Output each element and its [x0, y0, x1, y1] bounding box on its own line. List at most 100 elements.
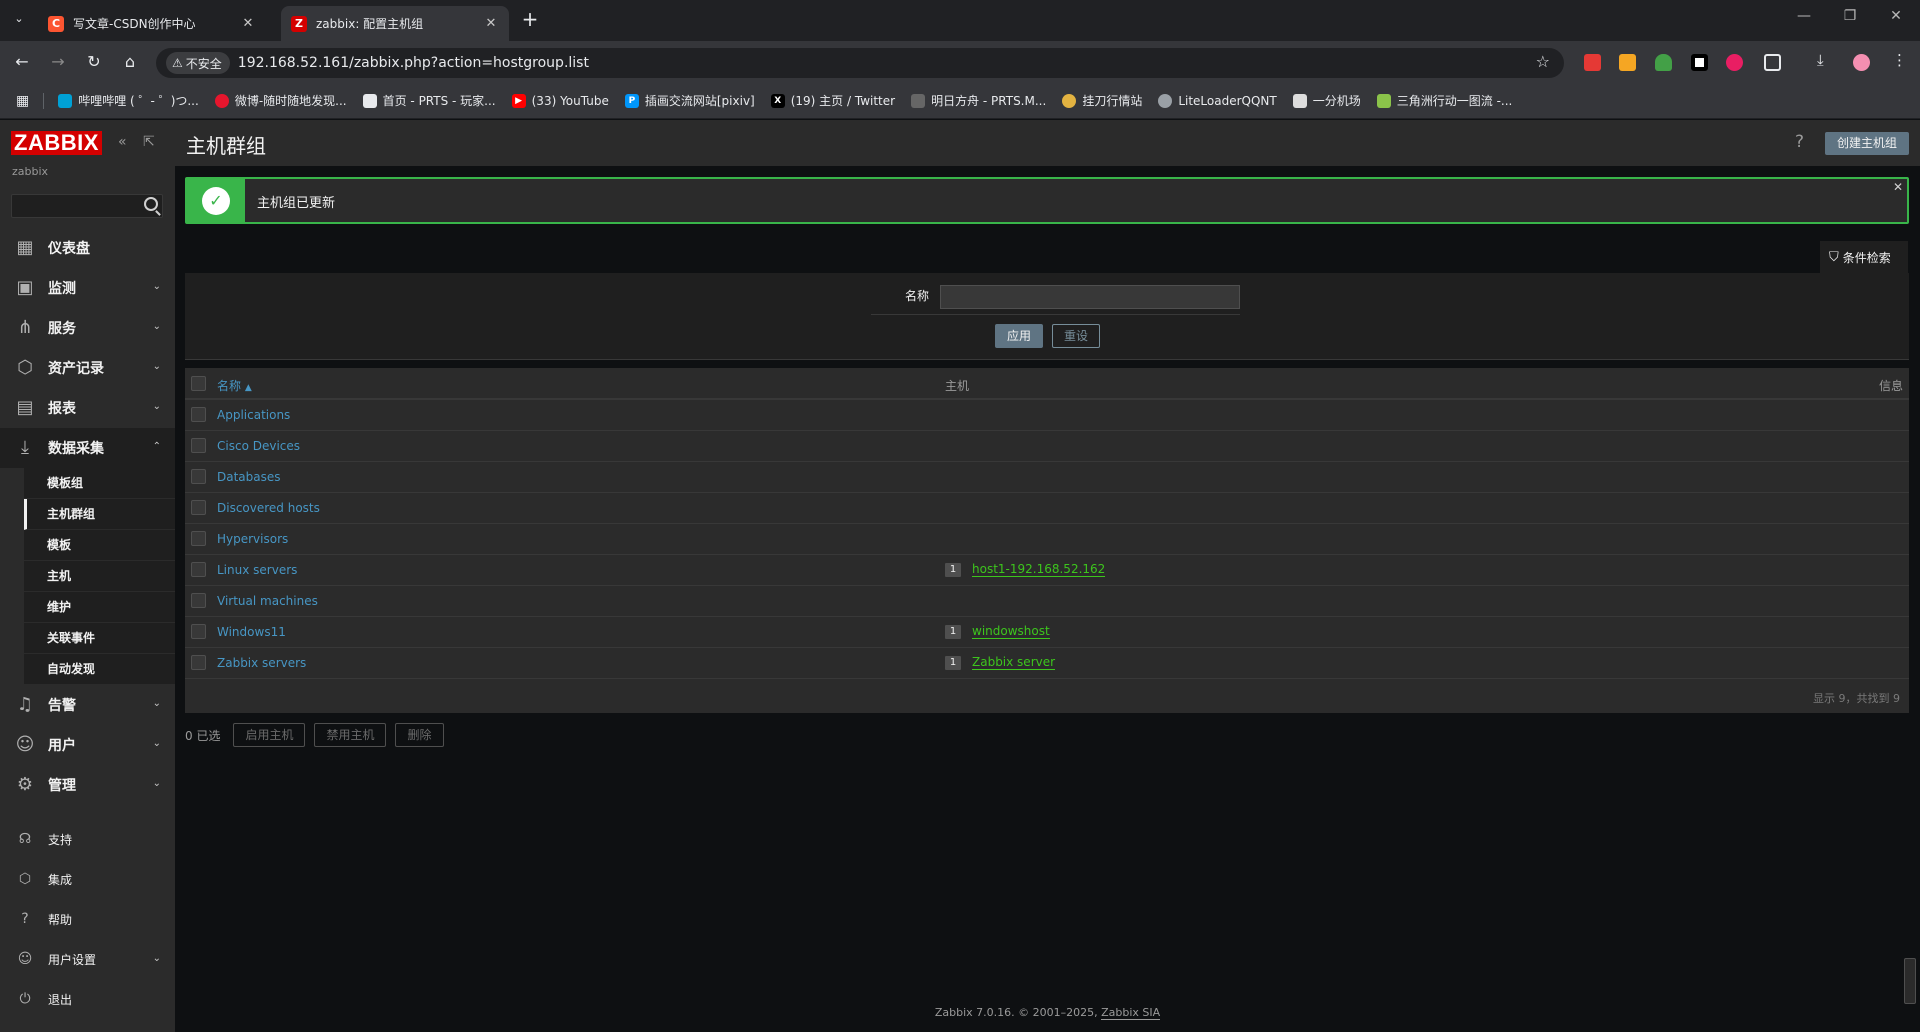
row-checkbox[interactable] — [191, 593, 206, 608]
menu-integrations[interactable]: ⬡ 集成 — [0, 861, 175, 897]
host-group-link[interactable]: Discovered hosts — [217, 501, 320, 515]
download-icon[interactable]: ⤓ — [1817, 51, 1834, 69]
apps-grid-icon[interactable]: ▦ — [16, 93, 29, 109]
menu-dashboard[interactable]: ▦ 仪表盘 — [0, 228, 175, 268]
browser-tab-zabbix[interactable]: Z zabbix: 配置主机组 ✕ — [281, 6, 509, 41]
submenu-discovery[interactable]: 自动发现 — [24, 654, 175, 685]
submenu-maintenance[interactable]: 维护 — [24, 592, 175, 623]
bookmark-item[interactable]: 首页 - PRTS - 玩家... — [362, 92, 496, 109]
host-group-link[interactable]: Applications — [217, 408, 290, 422]
extension-icon[interactable] — [1584, 54, 1601, 71]
reset-button[interactable]: 重设 — [1052, 324, 1100, 348]
disable-hosts-button[interactable]: 禁用主机 — [314, 723, 387, 747]
new-tab-icon[interactable]: + — [519, 9, 541, 31]
filter-name-input[interactable] — [940, 285, 1240, 309]
address-bar[interactable]: ⚠ 不安全 192.168.52.161/zabbix.php?action=h… — [156, 48, 1564, 78]
home-icon[interactable]: ⌂ — [118, 51, 142, 75]
menu-users[interactable]: ☺ 用户 ⌄ — [0, 725, 175, 765]
profile-avatar[interactable] — [1853, 54, 1870, 71]
host-group-link[interactable]: Windows11 — [217, 625, 286, 639]
host-link[interactable]: Zabbix server — [972, 656, 1056, 670]
host-group-link[interactable]: Virtual machines — [217, 594, 318, 608]
row-checkbox[interactable] — [191, 438, 206, 453]
menu-monitoring[interactable]: ▣ 监测 ⌄ — [0, 268, 175, 308]
menu-sign-out[interactable]: ⏻ 退出 — [0, 981, 175, 1017]
host-group-link[interactable]: Hypervisors — [217, 532, 288, 546]
delete-button[interactable]: 删除 — [395, 723, 444, 747]
bookmark-item[interactable]: 三角洲行动一图流 -... — [1376, 92, 1512, 109]
submenu-templates[interactable]: 模板 — [24, 530, 175, 561]
tab-search-chevron-icon[interactable]: ⌄ — [8, 8, 30, 30]
row-checkbox[interactable] — [191, 469, 206, 484]
host-count-badge[interactable]: 1 — [945, 625, 961, 639]
bookmark-item[interactable]: P 插画交流网站[pixiv] — [624, 92, 755, 109]
security-indicator[interactable]: ⚠ 不安全 — [166, 52, 230, 74]
host-count-badge[interactable]: 1 — [945, 656, 961, 670]
host-group-link[interactable]: Linux servers — [217, 563, 297, 577]
zabbix-sia-link[interactable]: Zabbix SIA — [1101, 1006, 1161, 1020]
menu-user-settings[interactable]: ☺ 用户设置 ⌄ — [0, 941, 175, 977]
row-checkbox[interactable] — [191, 500, 206, 515]
host-group-link[interactable]: Databases — [217, 470, 281, 484]
menu-help[interactable]: ? 帮助 — [0, 901, 175, 937]
create-host-group-button[interactable]: 创建主机组 — [1825, 132, 1909, 155]
host-group-link[interactable]: Cisco Devices — [217, 439, 300, 453]
extension-icon[interactable] — [1691, 54, 1708, 71]
menu-inventory[interactable]: ⬡ 资产记录 ⌄ — [0, 348, 175, 388]
shield-extension-icon[interactable] — [1655, 54, 1672, 71]
host-count-badge[interactable]: 1 — [945, 563, 961, 577]
bookmark-item[interactable]: LiteLoaderQQNT — [1158, 93, 1277, 108]
forward-icon[interactable]: → — [46, 51, 70, 75]
close-window-icon[interactable]: ✕ — [1873, 8, 1919, 24]
reload-icon[interactable]: ↻ — [82, 51, 106, 75]
menu-alerts[interactable]: ♫ 告警 ⌄ — [0, 685, 175, 725]
bookmark-item[interactable]: 挂刀行情站 — [1062, 92, 1142, 109]
row-checkbox[interactable] — [191, 407, 206, 422]
bookmark-item[interactable]: 哔哩哔哩 ( ゜- ゜)つ... — [58, 92, 199, 109]
host-link[interactable]: host1-192.168.52.162 — [972, 563, 1106, 577]
row-checkbox[interactable] — [191, 624, 206, 639]
extension-icon[interactable] — [1619, 54, 1636, 71]
submenu-host-groups[interactable]: 主机群组 — [24, 499, 175, 530]
row-checkbox[interactable] — [191, 655, 206, 670]
row-checkbox[interactable] — [191, 562, 206, 577]
restore-icon[interactable]: ❐ — [1827, 8, 1873, 24]
apply-button[interactable]: 应用 — [995, 324, 1043, 348]
collapse-sidebar-icon[interactable]: « — [118, 134, 127, 150]
back-icon[interactable]: ← — [10, 51, 34, 75]
browser-menu-icon[interactable]: ⋮ — [1892, 51, 1909, 69]
bookmark-item[interactable]: 明日方舟 - PRTS.M... — [911, 92, 1046, 109]
select-all-checkbox[interactable] — [191, 376, 206, 391]
menu-reports[interactable]: ▤ 报表 ⌄ — [0, 388, 175, 428]
bookmark-item[interactable]: X (19) 主页 / Twitter — [770, 92, 895, 109]
bookmark-item[interactable]: 一分机场 — [1292, 92, 1361, 109]
close-icon[interactable]: ✕ — [1893, 180, 1903, 194]
bookmark-item[interactable]: 微博-随时随地发现... — [214, 92, 347, 109]
menu-support[interactable]: ☊ 支持 — [0, 821, 175, 857]
host-group-link[interactable]: Zabbix servers — [217, 656, 306, 670]
sidebar-search-input[interactable] — [11, 194, 163, 218]
host-link[interactable]: windowshost — [972, 625, 1050, 639]
enable-hosts-button[interactable]: 启用主机 — [233, 723, 306, 747]
extensions-puzzle-icon[interactable] — [1764, 54, 1781, 71]
tab-close-icon[interactable]: ✕ — [240, 16, 256, 31]
menu-administration[interactable]: ⚙ 管理 ⌄ — [0, 765, 175, 805]
column-name-sort[interactable]: 名称 ▲ — [217, 377, 252, 394]
menu-services[interactable]: ⋔ 服务 ⌄ — [0, 308, 175, 348]
url-text[interactable]: 192.168.52.161/zabbix.php?action=hostgro… — [238, 55, 589, 71]
kiosk-mode-icon[interactable]: ⇱ — [143, 134, 155, 150]
tab-close-icon[interactable]: ✕ — [483, 16, 499, 31]
row-checkbox[interactable] — [191, 531, 206, 546]
menu-data-collection[interactable]: ⤓ 数据采集 ⌃ — [0, 428, 175, 468]
submenu-hosts[interactable]: 主机 — [24, 561, 175, 592]
submenu-template-groups[interactable]: 模板组 — [24, 468, 175, 499]
submenu-event-correlation[interactable]: 关联事件 — [24, 623, 175, 654]
zabbix-logo[interactable]: ZABBIX — [11, 131, 102, 155]
extension-icon[interactable] — [1726, 54, 1743, 71]
search-icon[interactable] — [144, 197, 158, 211]
filter-tab[interactable]: ⛉ 条件检索 — [1820, 241, 1908, 273]
bookmark-item[interactable]: ▶ (33) YouTube — [511, 93, 609, 108]
help-icon[interactable]: ? — [1795, 132, 1804, 152]
bookmark-star-icon[interactable]: ☆ — [1536, 52, 1550, 71]
browser-tab-csdn[interactable]: C 写文章-CSDN创作中心 ✕ — [38, 6, 266, 41]
